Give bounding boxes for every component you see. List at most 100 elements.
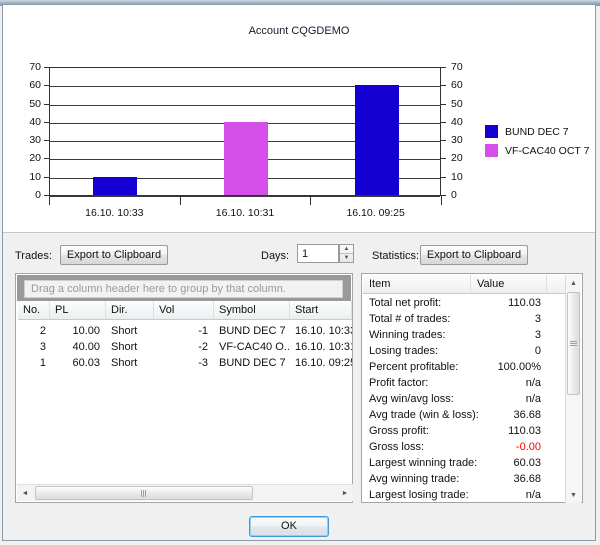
statistics-item-label: Gross profit:: [369, 425, 429, 437]
middle-panel: Trades: Export to Clipboard Days: ▲ ▼ St…: [3, 234, 595, 511]
statistics-item-value: n/a: [471, 489, 541, 501]
trades-cell[interactable]: 16.10. 09:25: [290, 356, 352, 370]
trades-cell[interactable]: VF-CAC40 O...: [214, 340, 290, 354]
trades-column-header[interactable]: No.: [18, 301, 50, 320]
y-axis-tick-right: [440, 85, 446, 86]
x-axis-tick: [310, 195, 311, 205]
statistics-item-value: 110.03: [471, 425, 541, 437]
statistics-item-value: 3: [471, 329, 541, 341]
chart-bar: [355, 85, 399, 195]
legend-label: BUND DEC 7: [505, 126, 569, 138]
trades-column-header[interactable]: Start: [290, 301, 352, 320]
y-axis-label-left: 70: [15, 62, 41, 72]
statistics-vertical-scrollbar[interactable]: ▲ ▼: [565, 275, 581, 503]
y-axis-label-right: 70: [451, 62, 477, 72]
trades-cell[interactable]: 2: [18, 324, 50, 338]
statistics-item-label: Avg winning trade:: [369, 473, 459, 485]
statistics-item-label: Percent profitable:: [369, 361, 458, 373]
trades-cell[interactable]: BUND DEC 7: [214, 356, 290, 370]
trades-hscroll-thumb[interactable]: [35, 486, 253, 500]
statistics-column-header-spacer: [547, 275, 567, 294]
y-axis-tick-right: [440, 158, 446, 159]
trades-cell[interactable]: -2: [154, 340, 214, 354]
y-axis-label-left: 10: [15, 172, 41, 182]
ok-button[interactable]: OK: [249, 516, 329, 537]
trades-cell[interactable]: 3: [18, 340, 50, 354]
trades-cell[interactable]: Short: [106, 324, 154, 338]
y-axis-tick-left: [44, 85, 50, 86]
y-axis-tick-left: [44, 140, 50, 141]
y-axis-label-right: 60: [451, 80, 477, 90]
chart-title: Account CQGDEMO: [3, 25, 595, 37]
chart-plot-area: [49, 67, 441, 195]
trades-column-header[interactable]: Dir.: [106, 301, 154, 320]
scroll-up-icon[interactable]: ▲: [566, 275, 581, 291]
trades-cell[interactable]: 1: [18, 356, 50, 370]
trades-label: Trades:: [15, 250, 52, 262]
y-axis-label-left: 60: [15, 80, 41, 90]
trades-group-hint[interactable]: Drag a column header here to group by th…: [24, 280, 343, 298]
y-axis-label-left: 30: [15, 135, 41, 145]
gridline: [50, 196, 440, 197]
days-input[interactable]: [297, 244, 339, 263]
chart-x-axis: [49, 195, 441, 196]
legend-swatch-icon: [485, 125, 498, 138]
statistics-label: Statistics:: [372, 250, 419, 262]
statistics-item-label: Winning trades:: [369, 329, 445, 341]
x-axis-tick-label: 16.10. 10:33: [49, 207, 180, 219]
days-stepper-down-icon[interactable]: ▼: [340, 254, 353, 262]
y-axis-label-left: 40: [15, 117, 41, 127]
trades-grid[interactable]: Drag a column header here to group by th…: [15, 273, 353, 503]
trades-column-header[interactable]: PL: [50, 301, 106, 320]
days-stepper-up-icon[interactable]: ▲: [340, 245, 353, 254]
y-axis-label-right: 20: [451, 153, 477, 163]
legend-swatch-icon: [485, 144, 498, 157]
trades-cell[interactable]: 60.03: [50, 356, 106, 370]
trades-cell[interactable]: 40.00: [50, 340, 106, 354]
statistics-export-to-clipboard-button[interactable]: Export to Clipboard: [420, 245, 528, 265]
trades-column-header[interactable]: Symbol: [214, 301, 290, 320]
statistics-item-label: Total # of trades:: [369, 313, 450, 325]
trades-cell[interactable]: -1: [154, 324, 214, 338]
x-axis-tick: [441, 195, 442, 205]
scroll-down-icon[interactable]: ▼: [566, 487, 581, 503]
trades-cell[interactable]: 16.10. 10:31: [290, 340, 352, 354]
trades-cell[interactable]: -3: [154, 356, 214, 370]
statistics-item-value: 110.03: [471, 297, 541, 309]
statistics-item-label: Largest winning trade:: [369, 457, 477, 469]
y-axis-tick-right: [440, 140, 446, 141]
statistics-column-header[interactable]: Item: [363, 275, 471, 294]
scroll-right-icon[interactable]: ►: [337, 485, 353, 501]
trades-horizontal-scrollbar[interactable]: ◄ ►: [17, 484, 353, 501]
y-axis-label-left: 20: [15, 153, 41, 163]
chart-bar: [93, 177, 137, 195]
trades-cell[interactable]: 16.10. 10:33: [290, 324, 352, 338]
y-axis-label-right: 40: [451, 117, 477, 127]
trades-export-to-clipboard-button[interactable]: Export to Clipboard: [60, 245, 168, 265]
statistics-grid[interactable]: ItemValue Total net profit: 110.03 Total #…: [361, 273, 583, 503]
trades-group-band[interactable]: Drag a column header here to group by th…: [17, 275, 351, 301]
x-axis-tick: [49, 195, 50, 205]
statistics-item-value: 3: [471, 313, 541, 325]
statistics-item-value: n/a: [471, 393, 541, 405]
trades-cell[interactable]: BUND DEC 7: [214, 324, 290, 338]
legend-item: BUND DEC 7: [485, 125, 589, 138]
statistics-vscroll-thumb[interactable]: [567, 292, 580, 395]
y-axis-tick-left: [44, 122, 50, 123]
y-axis-tick-left: [44, 158, 50, 159]
y-axis-tick-left: [44, 177, 50, 178]
scroll-left-icon[interactable]: ◄: [17, 485, 33, 501]
statistics-item-label: Total net profit:: [369, 297, 441, 309]
trades-cell[interactable]: 10.00: [50, 324, 106, 338]
trades-cell[interactable]: Short: [106, 356, 154, 370]
trades-column-header[interactable]: Vol: [154, 301, 214, 320]
days-stepper[interactable]: ▲ ▼: [339, 244, 354, 263]
y-axis-tick-right: [440, 122, 446, 123]
statistics-item-label: Losing trades:: [369, 345, 438, 357]
statistics-item-value: 36.68: [471, 473, 541, 485]
statistics-item-label: Gross loss:: [369, 441, 424, 453]
statistics-column-header[interactable]: Value: [471, 275, 547, 294]
trades-cell[interactable]: Short: [106, 340, 154, 354]
days-label: Days:: [261, 250, 289, 262]
legend-label: VF-CAC40 OCT 7: [505, 145, 589, 157]
